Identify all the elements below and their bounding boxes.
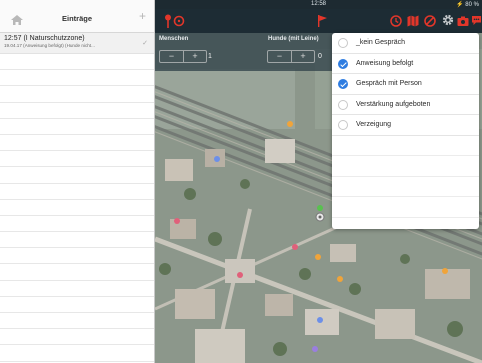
option-gespraech-mit-person[interactable]: Gespräch mit Person (332, 74, 479, 95)
empty-row (0, 281, 154, 297)
forbidden-icon[interactable] (424, 14, 436, 32)
empty-row (332, 177, 479, 197)
map-icon[interactable] (407, 14, 419, 32)
checkbox-icon[interactable] (338, 120, 348, 130)
list-item[interactable]: 12:57 (I Naturschutzzone) 19.04.17 (Anwe… (0, 33, 154, 54)
empty-row (0, 184, 154, 200)
gear-icon[interactable] (441, 13, 455, 32)
people-label: Menschen (159, 36, 189, 42)
empty-row (0, 264, 154, 281)
empty-row (332, 156, 479, 177)
camera-icon[interactable] (457, 14, 469, 32)
status-time: 12:58 (310, 1, 326, 7)
option-label: Gespräch mit Person (356, 80, 422, 87)
checkmark-icon: ✓ (142, 40, 148, 47)
checked-icon[interactable] (338, 58, 348, 69)
empty-row (0, 248, 154, 265)
option-label: Verstärkung aufgeboten (356, 100, 431, 108)
empty-row (0, 135, 154, 152)
flag-icon[interactable] (317, 14, 327, 32)
option-verzeigung[interactable]: Verzeigung (332, 115, 479, 136)
entries-sidebar: Einträge + 12:57 (I Naturschutzzone) 19.… (0, 0, 155, 363)
empty-row (0, 200, 154, 216)
empty-row (332, 197, 479, 218)
dogs-count: 0 (318, 53, 322, 60)
people-count: 1 (208, 53, 212, 60)
decrement-button[interactable]: − (160, 51, 183, 62)
empty-row (0, 151, 154, 168)
pin-icon[interactable] (164, 14, 172, 33)
chat-icon[interactable] (471, 14, 482, 32)
sidebar-title: Einträge (61, 14, 92, 23)
empty-row (0, 103, 154, 119)
empty-row (332, 136, 479, 156)
empty-row (0, 119, 154, 135)
map-toolbar (155, 9, 482, 33)
entry-subtitle: 19.04.17 (Anweisung befolgt) (Hunde nich… (4, 43, 95, 48)
add-entry-icon[interactable]: + (139, 9, 146, 23)
empty-row (0, 54, 154, 71)
option-anweisung-befolgt[interactable]: Anweisung befolgt (332, 54, 479, 74)
empty-row (0, 345, 154, 362)
sidebar-header: Einträge + (0, 0, 154, 33)
empty-row (0, 313, 154, 330)
option-label: Verzeigung (356, 121, 392, 128)
checkbox-icon[interactable] (338, 38, 348, 48)
empty-row (0, 216, 154, 233)
empty-row (0, 232, 154, 249)
decrement-button[interactable]: − (268, 51, 291, 62)
increment-button[interactable]: + (291, 51, 314, 62)
dogs-stepper[interactable]: − + (267, 50, 315, 63)
record-icon[interactable] (173, 14, 185, 32)
option-kein-gespraech[interactable]: _kein Gespräch (332, 33, 479, 54)
option-verstaerkung-aufgeboten[interactable]: Verstärkung aufgeboten (332, 95, 479, 115)
checked-icon[interactable] (338, 79, 348, 89)
increment-button[interactable]: + (183, 51, 206, 62)
status-bar: 12:58 ⚡ 80 % (155, 0, 482, 9)
people-stepper[interactable]: − + (159, 50, 207, 63)
empty-row (0, 297, 154, 313)
checkbox-icon[interactable] (338, 99, 348, 110)
empty-row (0, 329, 154, 346)
battery-indicator: ⚡ 80 % (456, 2, 479, 8)
clock-icon[interactable] (390, 14, 402, 32)
option-label: Anweisung befolgt (356, 59, 414, 67)
empty-row (0, 167, 154, 184)
empty-row (0, 86, 154, 103)
option-label: _kein Gespräch (356, 39, 406, 46)
entry-title: 12:57 (I Naturschutzzone) (4, 35, 85, 42)
empty-row (0, 70, 154, 87)
dogs-label: Hunde (mit Leine) (268, 36, 319, 42)
counters-panel: Menschen − + 1 Hunde (mit Leine) − + 0 (155, 33, 335, 71)
conversation-options-popover: _kein Gespräch Anweisung befolgt Gespräc… (332, 33, 479, 229)
